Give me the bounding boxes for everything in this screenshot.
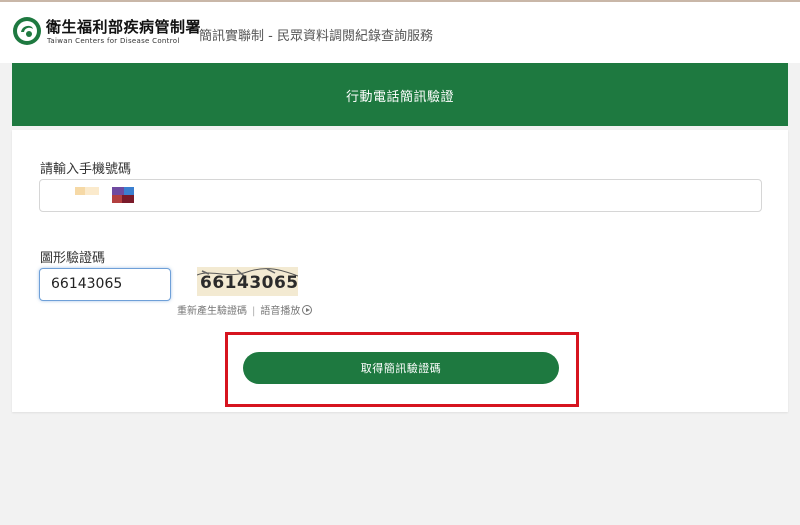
cdc-logo-icon [13, 17, 41, 45]
separator: | [252, 306, 256, 317]
highlight-annotation-box [225, 332, 579, 407]
captcha-image: 66143065 [197, 267, 298, 296]
phone-input[interactable] [39, 179, 762, 212]
page-title: 行動電話簡訊驗證 [345, 90, 454, 105]
captcha-label: 圖形驗證碼 [40, 251, 106, 266]
captcha-links: 重新產生驗證碼 | 語音播放 [177, 302, 313, 317]
phone-label: 請輸入手機號碼 [40, 162, 132, 177]
audio-captcha-link[interactable]: 語音播放 [260, 306, 300, 317]
play-circle-icon[interactable] [302, 305, 313, 315]
regenerate-captcha-link[interactable]: 重新產生驗證碼 [177, 306, 247, 317]
captcha-input[interactable]: 66143065 [39, 268, 171, 301]
page-banner: 行動電話簡訊驗證 [12, 63, 788, 126]
service-title: 簡訊實聯制 - 民眾資料調閱紀錄查詢服務 [199, 29, 433, 44]
captcha-image-text: 66143065 [200, 273, 298, 293]
org-name-zh: 衛生福利部疾病管制署 [46, 18, 202, 36]
site-header: 衛生福利部疾病管制署 Taiwan Centers for Disease Co… [0, 2, 800, 63]
org-name-en: Taiwan Centers for Disease Control [47, 37, 180, 45]
